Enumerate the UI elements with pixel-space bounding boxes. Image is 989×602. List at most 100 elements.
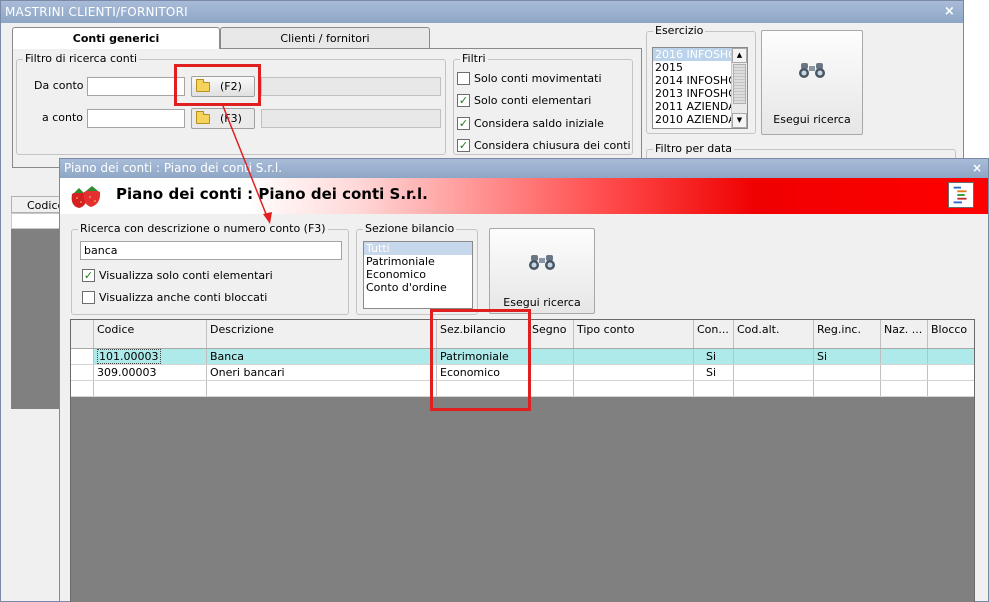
checkbox[interactable]: ✓ — [457, 94, 470, 107]
dialog-close-icon[interactable]: × — [972, 159, 982, 178]
esercizio-listbox[interactable]: 2016 INFOSHOP 2015 2014 INFOSHOP 2013 IN… — [652, 47, 748, 129]
cell-reg-inc[interactable] — [814, 365, 881, 380]
cell-naz[interactable] — [881, 381, 928, 396]
checkbox[interactable] — [82, 291, 95, 304]
esegui-ricerca-button[interactable]: Esegui ricerca — [761, 30, 863, 135]
filtro-data-legend: Filtro per data — [653, 142, 735, 155]
esegui-ricerca-label: Esegui ricerca — [503, 296, 581, 309]
chk-considera-chiusura-conti[interactable]: ✓ Considera chiusura dei conti — [457, 139, 631, 152]
main-close-icon[interactable]: × — [944, 1, 955, 23]
chk-solo-conti-movimentati[interactable]: Solo conti movimentati — [457, 72, 602, 85]
checkbox-label: Visualizza solo conti elementari — [99, 269, 273, 282]
esercizio-group: Esercizio 2016 INFOSHOP 2015 2014 INFOSH… — [646, 24, 756, 134]
cell-segno[interactable] — [529, 365, 574, 380]
main-title-bar[interactable]: MASTRINI CLIENTI/FORNITORI × — [1, 1, 963, 23]
col-blocco[interactable]: Blocco — [928, 320, 974, 348]
row-selector-header — [71, 320, 94, 348]
cell-naz[interactable] — [881, 349, 928, 364]
checkbox-label: Considera saldo iniziale — [474, 117, 604, 130]
checkbox[interactable]: ✓ — [457, 117, 470, 130]
tree-structure-icon[interactable] — [948, 182, 974, 208]
esegui-ricerca-label: Esegui ricerca — [773, 113, 851, 126]
row-selector[interactable] — [71, 349, 94, 364]
col-con[interactable]: Con... — [694, 320, 734, 348]
cell-cod-alt[interactable] — [734, 349, 814, 364]
cell-con[interactable]: Si — [694, 349, 734, 364]
cell-descrizione[interactable]: Banca — [207, 349, 437, 364]
cell-naz[interactable] — [881, 365, 928, 380]
checkbox-label: Solo conti movimentati — [474, 72, 602, 85]
cell-con[interactable]: Si — [694, 365, 734, 380]
cell-descrizione[interactable] — [207, 381, 437, 396]
a-conto-lookup-button[interactable]: (F3) — [191, 108, 255, 129]
dialog-banner: Piano dei conti : Piano dei conti S.r.l. — [60, 178, 988, 214]
cell-blocco[interactable] — [928, 381, 974, 396]
sezione-bilancio-legend: Sezione bilancio — [363, 222, 457, 235]
da-conto-description — [261, 77, 441, 96]
a-conto-input[interactable] — [87, 109, 185, 128]
cell-tipo-conto[interactable] — [574, 365, 694, 380]
sezione-option[interactable]: Economico — [364, 268, 472, 281]
checkbox[interactable]: ✓ — [82, 269, 95, 282]
esercizio-scrollbar[interactable]: ▲ ▼ — [731, 48, 747, 128]
col-tipo-conto[interactable]: Tipo conto — [574, 320, 694, 348]
cell-blocco[interactable] — [928, 365, 974, 380]
f3-label: (F3) — [220, 112, 242, 125]
col-segno[interactable]: Segno — [529, 320, 574, 348]
cell-reg-inc[interactable] — [814, 381, 881, 396]
dialog-title-bar[interactable]: Piano dei conti : Piano dei conti S.r.l.… — [60, 159, 988, 178]
cell-descrizione[interactable]: Oneri bancari — [207, 365, 437, 380]
cell-codice[interactable]: 309.00003 — [94, 365, 207, 380]
filtri-group: Filtri Solo conti movimentati ✓ Solo con… — [453, 52, 633, 155]
checkbox-label: Considera chiusura dei conti — [474, 139, 631, 152]
cell-cod-alt[interactable] — [734, 365, 814, 380]
cell-blocco[interactable] — [928, 349, 974, 364]
ricerca-group: Ricerca con descrizione o numero conto (… — [71, 222, 349, 315]
chk-solo-conti-elementari[interactable]: ✓ Visualizza solo conti elementari — [82, 269, 273, 282]
checkbox[interactable]: ✓ — [457, 139, 470, 152]
binoculars-icon — [529, 255, 555, 270]
chk-conti-bloccati[interactable]: Visualizza anche conti bloccati — [82, 291, 267, 304]
dialog-esegui-ricerca-button[interactable]: Esegui ricerca — [489, 228, 595, 314]
cell-segno[interactable] — [529, 349, 574, 364]
sezione-option[interactable]: Conto d'ordine — [364, 281, 472, 294]
checkbox-label: Solo conti elementari — [474, 94, 592, 107]
folder-icon — [196, 110, 210, 124]
ricerca-input[interactable]: banca — [80, 241, 342, 260]
cell-segno[interactable] — [529, 381, 574, 396]
cell-con[interactable] — [694, 381, 734, 396]
row-selector[interactable] — [71, 365, 94, 380]
sezione-bilancio-group: Sezione bilancio Tutti Patrimoniale Econ… — [356, 222, 478, 315]
cell-cod-alt[interactable] — [734, 381, 814, 396]
da-conto-input[interactable] — [87, 77, 185, 96]
cell-tipo-conto[interactable] — [574, 381, 694, 396]
sezione-bilancio-listbox[interactable]: Tutti Patrimoniale Economico Conto d'ord… — [363, 241, 473, 309]
dialog-title: Piano dei conti : Piano dei conti S.r.l. — [64, 161, 283, 175]
chk-solo-conti-elementari[interactable]: ✓ Solo conti elementari — [457, 94, 591, 107]
col-codice[interactable]: Codice — [94, 320, 207, 348]
strawberry-logo-icon — [71, 186, 101, 208]
col-cod-alt[interactable]: Cod.alt. — [734, 320, 814, 348]
checkbox[interactable] — [457, 72, 470, 85]
tab-conti-generici[interactable]: Conti generici — [12, 27, 220, 49]
scroll-down-icon[interactable]: ▼ — [732, 113, 747, 128]
col-descrizione[interactable]: Descrizione — [207, 320, 437, 348]
a-conto-description — [261, 109, 441, 128]
checkbox-label: Visualizza anche conti bloccati — [99, 291, 268, 304]
tab-clienti-fornitori[interactable]: Clienti / fornitori — [220, 27, 430, 49]
ricerca-legend: Ricerca con descrizione o numero conto (… — [78, 222, 328, 235]
sezione-option[interactable]: Tutti — [364, 242, 472, 255]
row-selector[interactable] — [71, 381, 94, 396]
cell-codice[interactable] — [94, 381, 207, 396]
conti-generici-panel: Filtro di ricerca conti Da conto (F2) a … — [12, 48, 642, 168]
scroll-thumb[interactable] — [733, 64, 746, 104]
cell-reg-inc[interactable]: Si — [814, 349, 881, 364]
cell-codice[interactable]: 101.00003 — [94, 349, 207, 364]
chk-considera-saldo-iniziale[interactable]: ✓ Considera saldo iniziale — [457, 117, 604, 130]
sezione-option[interactable]: Patrimoniale — [364, 255, 472, 268]
scroll-up-icon[interactable]: ▲ — [732, 48, 747, 63]
col-reg-inc[interactable]: Reg.inc. — [814, 320, 881, 348]
annotation-highlight-sez-bilancio — [430, 309, 531, 411]
cell-tipo-conto[interactable] — [574, 349, 694, 364]
col-naz[interactable]: Naz. ... — [881, 320, 928, 348]
